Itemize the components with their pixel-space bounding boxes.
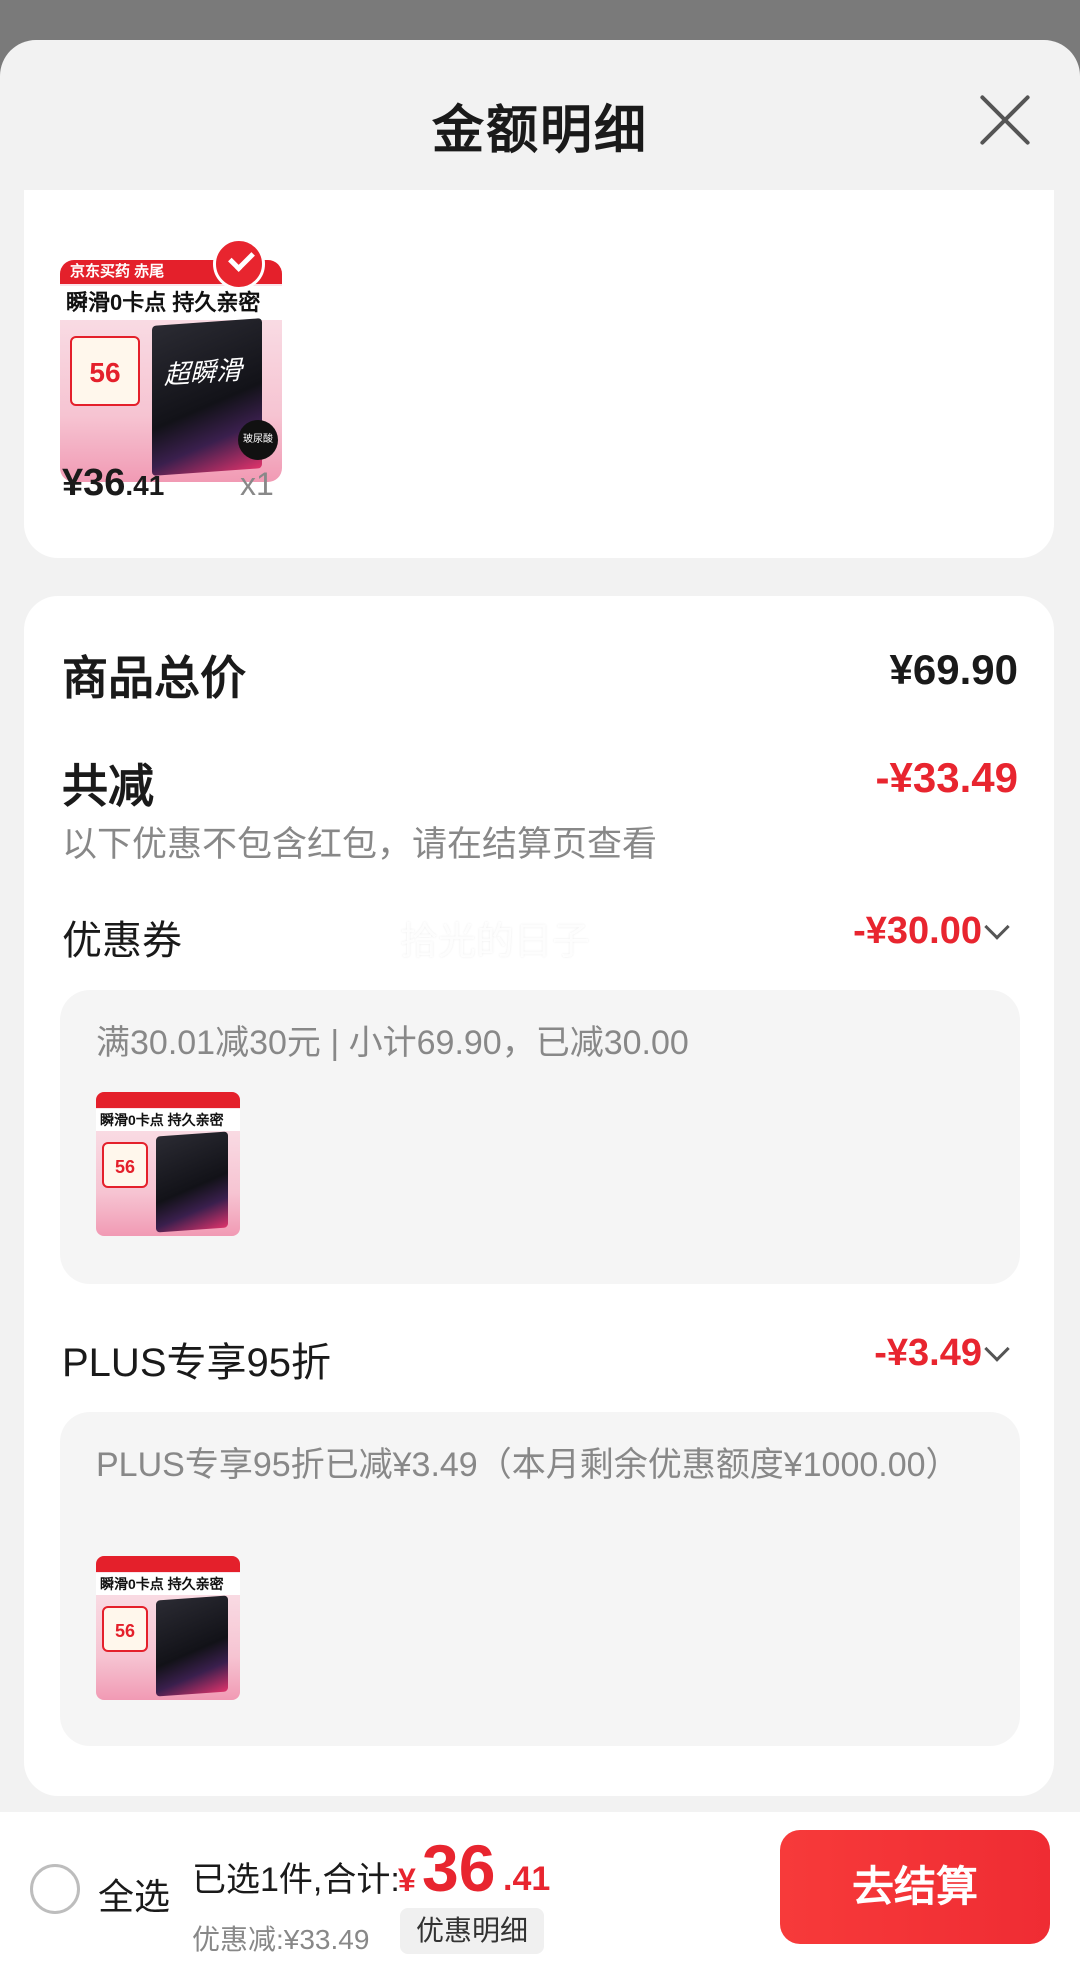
thumb-price-tag: 56 <box>70 336 140 406</box>
watermark: 拾光的日子 <box>400 921 591 963</box>
thumb-headline: 瞬滑0卡点 持久亲密 <box>60 286 282 320</box>
total-amount-integer: 36 <box>422 1831 496 1905</box>
select-all-radio[interactable] <box>30 1864 80 1914</box>
total-price-label: 商品总价 <box>62 652 246 704</box>
discount-note: 以下优惠不包含红包，请在结算页查看 <box>62 825 658 864</box>
product-quantity: x1 <box>240 466 274 502</box>
select-all-label[interactable]: 全选 <box>98 1868 170 1920</box>
product-thumbnail[interactable]: 京东买药 赤尾 瞬滑0卡点 持久亲密 56 超瞬滑 玻尿酸 <box>60 260 282 482</box>
total-currency-symbol: ¥ <box>398 1862 416 1898</box>
total-amount-decimal: .41 <box>503 1860 551 1898</box>
total-discount-value: -¥33.49 <box>875 754 1018 801</box>
selected-check-icon[interactable] <box>213 238 265 290</box>
checkout-button[interactable]: 去结算 <box>780 1830 1050 1944</box>
plus-thumb-price: 56 <box>102 1606 148 1652</box>
sheet-title: 金额明细 <box>431 102 648 160</box>
checkout-bar: 全选 已选1件,合计: ¥ 36 .41 优惠减:¥33.49 优惠明细 去结算 <box>0 1812 1080 1962</box>
plus-detail-box: PLUS专享95折已减¥3.49（本月剩余优惠额度¥1000.00） 瞬滑0卡点… <box>60 1412 1020 1746</box>
coupon-detail-text: 满30.01减30元 | 小计69.90，已减30.00 <box>96 1024 689 1062</box>
close-icon[interactable] <box>975 90 1035 150</box>
coupon-value[interactable]: -¥30.00 <box>853 910 982 953</box>
selected-summary: 已选1件,合计: <box>192 1861 400 1899</box>
coupon-thumb-headline: 瞬滑0卡点 持久亲密 <box>96 1109 240 1131</box>
amount-detail-sheet: 金额明细 京东买药 赤尾 瞬滑0卡点 持久亲密 56 超瞬滑 玻尿酸 ¥36.4… <box>0 40 1080 1962</box>
thumb-badge: 玻尿酸 <box>238 420 278 460</box>
plus-product-thumbnail: 瞬滑0卡点 持久亲密 56 <box>96 1556 240 1700</box>
coupon-product-thumbnail: 瞬滑0卡点 持久亲密 56 <box>96 1092 240 1236</box>
coupon-detail-box: 满30.01减30元 | 小计69.90，已减30.00 瞬滑0卡点 持久亲密 … <box>60 990 1020 1284</box>
plus-detail-text: PLUS专享95折已减¥3.49（本月剩余优惠额度¥1000.00） <box>96 1446 960 1484</box>
plus-thumb-headline: 瞬滑0卡点 持久亲密 <box>96 1573 240 1595</box>
saved-amount: 优惠减:¥33.49 <box>192 1924 370 1955</box>
plus-discount-label: PLUS专享95折 <box>62 1341 331 1385</box>
coupon-label: 优惠券 <box>62 919 182 963</box>
total-discount-label: 共减 <box>62 760 154 812</box>
coupon-thumb-price: 56 <box>102 1142 148 1188</box>
discount-detail-button[interactable]: 优惠明细 <box>400 1908 545 1954</box>
total-price-value: ¥69.90 <box>889 646 1018 693</box>
product-price: ¥36.41 <box>62 462 165 504</box>
plus-discount-value[interactable]: -¥3.49 <box>874 1332 982 1375</box>
